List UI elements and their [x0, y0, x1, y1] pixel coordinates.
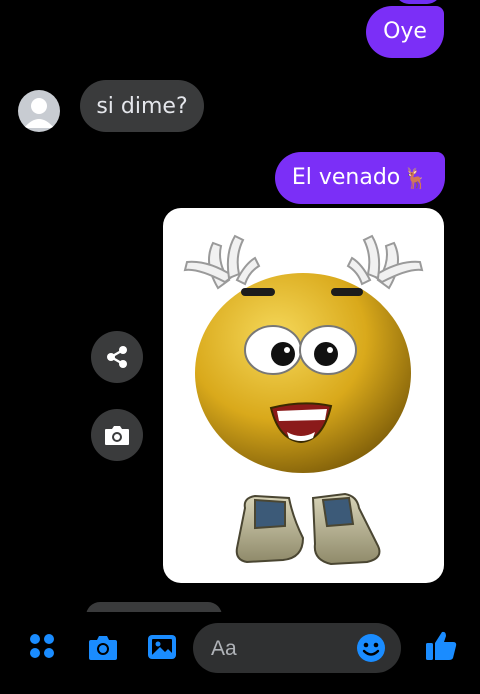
gallery-icon — [148, 635, 176, 659]
image-message[interactable] — [163, 208, 444, 583]
message-bubble-outgoing[interactable]: Oye — [366, 6, 444, 58]
message-bubble-outgoing[interactable]: El venado 🦌 — [275, 152, 445, 204]
message-text: si dime? — [96, 93, 188, 119]
camera-toolbar-button[interactable] — [86, 630, 120, 664]
emoji-button[interactable] — [355, 632, 387, 664]
smiley-icon — [357, 634, 385, 662]
message-input-field[interactable] — [193, 623, 401, 675]
camera-icon — [89, 636, 117, 660]
message-input[interactable] — [209, 623, 353, 675]
thumbs-up-icon — [426, 631, 457, 660]
deer-smiley-image — [183, 234, 424, 566]
grid-dots-icon — [30, 634, 54, 658]
message-text: Oye — [383, 19, 427, 44]
message-bubble-incoming[interactable]: si dime? — [80, 80, 204, 132]
gallery-button[interactable] — [145, 630, 179, 664]
deer-emoji: 🦌 — [403, 166, 429, 190]
share-icon — [107, 346, 127, 368]
camera-icon — [105, 426, 129, 445]
default-avatar-icon — [24, 98, 54, 128]
like-button[interactable] — [423, 628, 459, 664]
menu-button[interactable] — [26, 630, 58, 662]
camera-button[interactable] — [91, 409, 143, 461]
previous-message-bubble[interactable] — [395, 0, 441, 4]
share-button[interactable] — [91, 331, 143, 383]
message-text: El venado — [291, 165, 401, 190]
avatar[interactable] — [18, 90, 60, 132]
